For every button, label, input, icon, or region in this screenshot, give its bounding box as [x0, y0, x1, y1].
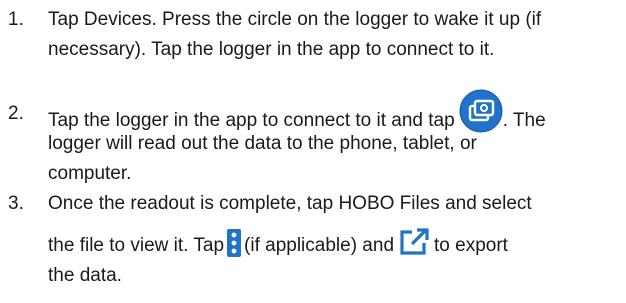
- step-number: 1.: [8, 9, 24, 30]
- step-line: Tap Devices. Press the circle on the log…: [48, 9, 542, 30]
- step-text: Tap Devices. Press the circle on the log…: [48, 5, 623, 65]
- step-line: Once the readout is complete, tap HOBO F…: [48, 193, 532, 214]
- step-line: logger will read out the data to the pho…: [48, 133, 477, 154]
- step-text: Tap the logger in the app to connect to …: [48, 89, 623, 189]
- step-line: the data.: [48, 265, 122, 286]
- step-number: 3.: [8, 193, 24, 214]
- readout-icon: [459, 89, 503, 133]
- step-text-segment: the file to view it. Tap: [48, 235, 225, 257]
- step-text-segment: . The: [502, 110, 546, 132]
- step-line: computer.: [48, 163, 132, 184]
- export-icon: [398, 227, 430, 257]
- step-text-segment: (if applicable) and: [244, 235, 395, 257]
- step-number: 2.: [8, 103, 24, 124]
- step-line: necessary). Tap the logger in the app to…: [48, 39, 495, 60]
- instruction-list: 1. Tap Devices. Press the circle on the …: [0, 0, 626, 303]
- step-text: Once the readout is complete, tap HOBO F…: [48, 189, 623, 291]
- step-text-segment: to export: [434, 235, 508, 257]
- step-text-segment: Tap the logger in the app to connect to …: [48, 110, 455, 132]
- menu-icon: [227, 229, 242, 257]
